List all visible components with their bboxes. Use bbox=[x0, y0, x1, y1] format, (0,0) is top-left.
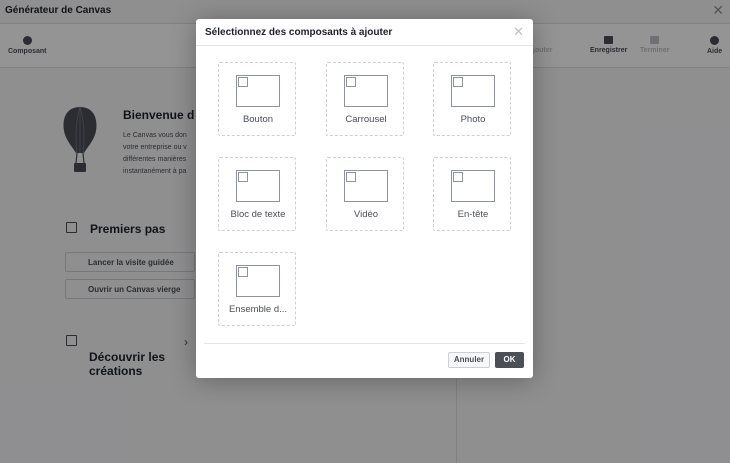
cancel-button[interactable]: Annuler bbox=[448, 352, 490, 368]
component-label: Photo bbox=[460, 114, 486, 125]
ok-button[interactable]: OK bbox=[495, 352, 524, 368]
dialog-header: Sélectionnez des composants à ajouter ✕ bbox=[196, 19, 533, 46]
component-label: Bloc de texte bbox=[230, 209, 286, 220]
component-card-bloc-de-texte[interactable]: Bloc de texte bbox=[218, 157, 296, 231]
dialog-footer-divider bbox=[204, 343, 525, 344]
component-card-video[interactable]: Vidéo bbox=[326, 157, 404, 231]
image-placeholder-icon bbox=[236, 75, 280, 107]
close-icon[interactable]: ✕ bbox=[513, 24, 524, 40]
image-placeholder-icon bbox=[451, 75, 495, 107]
component-label: Vidéo bbox=[353, 209, 379, 220]
image-placeholder-icon bbox=[451, 170, 495, 202]
dialog-title: Sélectionnez des composants à ajouter bbox=[205, 27, 393, 38]
component-label: En-tête bbox=[457, 209, 489, 220]
image-placeholder-icon bbox=[344, 170, 388, 202]
image-placeholder-icon bbox=[344, 75, 388, 107]
image-placeholder-icon bbox=[236, 265, 280, 297]
component-card-ensemble[interactable]: Ensemble d... bbox=[218, 252, 296, 326]
component-card-en-tete[interactable]: En-tête bbox=[433, 157, 511, 231]
component-label: Ensemble d... bbox=[228, 304, 288, 315]
component-grid: Bouton Carrousel Photo Bloc de texte Vid… bbox=[218, 62, 514, 332]
component-picker-dialog: Sélectionnez des composants à ajouter ✕ … bbox=[196, 19, 533, 378]
component-label: Carrousel bbox=[345, 114, 387, 125]
component-card-carrousel[interactable]: Carrousel bbox=[326, 62, 404, 136]
component-card-photo[interactable]: Photo bbox=[433, 62, 511, 136]
component-card-bouton[interactable]: Bouton bbox=[218, 62, 296, 136]
component-label: Bouton bbox=[242, 114, 274, 125]
image-placeholder-icon bbox=[236, 170, 280, 202]
